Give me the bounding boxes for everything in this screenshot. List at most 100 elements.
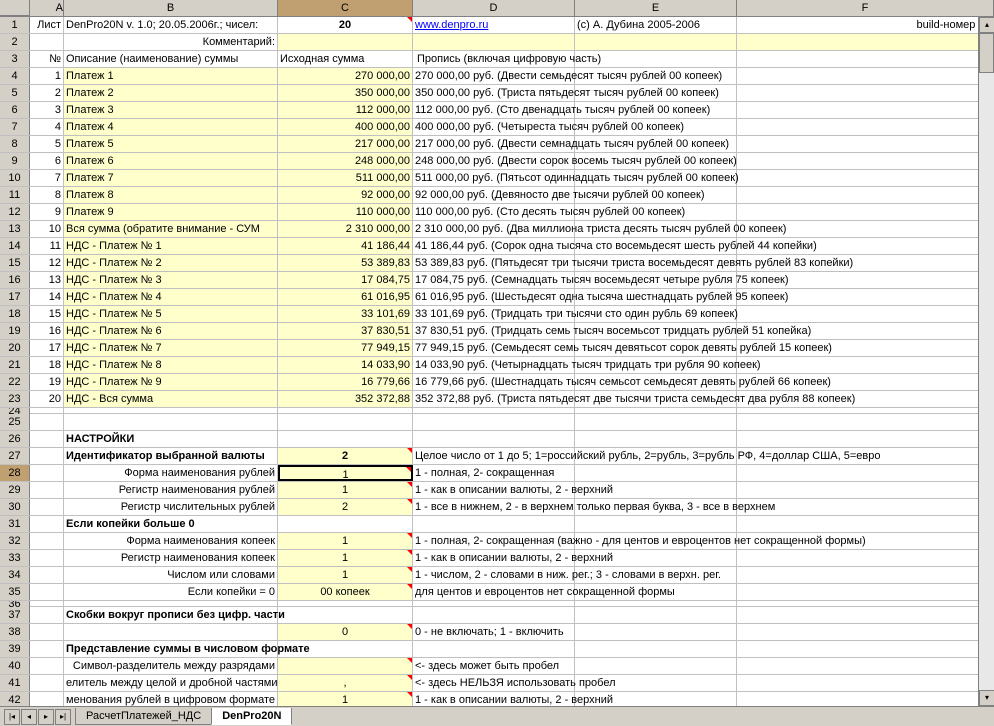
row-header-30[interactable]: 30: [0, 499, 30, 515]
cell-D8[interactable]: 217 000,00 руб. (Двести семнадцать тысяч…: [413, 136, 575, 152]
cell-C31[interactable]: [278, 516, 413, 532]
cell-A2[interactable]: [30, 34, 64, 50]
cell-D5[interactable]: 350 000,00 руб. (Триста пятьдесят тысяч …: [413, 85, 575, 101]
cell-B29[interactable]: Регистр наименования рублей: [64, 482, 278, 498]
cell-B32[interactable]: Форма наименования копеек: [64, 533, 278, 549]
cell-F28[interactable]: [737, 465, 994, 481]
cell-F26[interactable]: [737, 431, 994, 447]
row-header-37[interactable]: 37: [0, 607, 30, 623]
cell-D25[interactable]: [413, 414, 575, 430]
cell-C40[interactable]: [278, 658, 413, 674]
cell-A28[interactable]: [30, 465, 64, 481]
row-header-17[interactable]: 17: [0, 289, 30, 305]
cell-C17[interactable]: 61 016,95: [278, 289, 413, 305]
cell-B21[interactable]: НДС - Платеж № 8: [64, 357, 278, 373]
cell-A35[interactable]: [30, 584, 64, 600]
cell-C12[interactable]: 110 000,00: [278, 204, 413, 220]
cell-C9[interactable]: 248 000,00: [278, 153, 413, 169]
cell-C8[interactable]: 217 000,00: [278, 136, 413, 152]
cell-A41[interactable]: [30, 675, 64, 691]
cell-A22[interactable]: 19: [30, 374, 64, 390]
cell-B40[interactable]: Символ-разделитель между разрядами: [64, 658, 278, 674]
cell-A29[interactable]: [30, 482, 64, 498]
cell-F29[interactable]: [737, 482, 994, 498]
cell-A17[interactable]: 14: [30, 289, 64, 305]
cell-A38[interactable]: [30, 624, 64, 640]
cell-F25[interactable]: [737, 414, 994, 430]
cell-A40[interactable]: [30, 658, 64, 674]
row-header-40[interactable]: 40: [0, 658, 30, 674]
cell-C25[interactable]: [278, 414, 413, 430]
scroll-track[interactable]: [979, 33, 994, 690]
row-header-10[interactable]: 10: [0, 170, 30, 186]
row-header-16[interactable]: 16: [0, 272, 30, 288]
cell-F31[interactable]: [737, 516, 994, 532]
cell-B15[interactable]: НДС - Платеж № 2: [64, 255, 278, 271]
row-header-28[interactable]: 28: [0, 465, 30, 481]
cell-C14[interactable]: 41 186,44: [278, 238, 413, 254]
cell-A27[interactable]: [30, 448, 64, 464]
cell-F2[interactable]: [737, 34, 994, 50]
cell-A26[interactable]: [30, 431, 64, 447]
row-header-26[interactable]: 26: [0, 431, 30, 447]
cell-C10[interactable]: 511 000,00: [278, 170, 413, 186]
cell-B6[interactable]: Платеж 3: [64, 102, 278, 118]
cell-B34[interactable]: Числом или словами: [64, 567, 278, 583]
cell-F40[interactable]: [737, 658, 994, 674]
cell-C27[interactable]: 2: [278, 448, 413, 464]
cell-A21[interactable]: 18: [30, 357, 64, 373]
row-header-1[interactable]: 1: [0, 17, 30, 33]
cell-F21[interactable]: [737, 357, 994, 373]
row-header-3[interactable]: 3: [0, 51, 30, 67]
cell-B25[interactable]: [64, 414, 278, 430]
cell-D4[interactable]: 270 000,00 руб. (Двести семьдесят тысяч …: [413, 68, 575, 84]
cell-B16[interactable]: НДС - Платеж № 3: [64, 272, 278, 288]
cell-C3[interactable]: Исходная сумма: [278, 51, 413, 67]
cell-B26[interactable]: НАСТРОЙКИ: [64, 431, 278, 447]
row-header-8[interactable]: 8: [0, 136, 30, 152]
sheet-tab-РасчетПлатежей_НДС[interactable]: РасчетПлатежей_НДС: [75, 708, 212, 725]
cell-B2[interactable]: Комментарий:: [64, 34, 278, 50]
cell-B27[interactable]: Идентификатор выбранной валюты: [64, 448, 278, 464]
row-header-25[interactable]: 25: [0, 414, 30, 430]
cell-A34[interactable]: [30, 567, 64, 583]
tab-nav-prev[interactable]: ◂: [21, 709, 37, 725]
row-header-29[interactable]: 29: [0, 482, 30, 498]
cell-D15[interactable]: 53 389,83 руб. (Пятьдесят три тысячи три…: [413, 255, 575, 271]
cell-F12[interactable]: [737, 204, 994, 220]
cell-E28[interactable]: [575, 465, 737, 481]
cell-F34[interactable]: [737, 567, 994, 583]
cell-C33[interactable]: 1: [278, 550, 413, 566]
cell-C41[interactable]: ,: [278, 675, 413, 691]
cell-F39[interactable]: [737, 641, 994, 657]
cell-D31[interactable]: [413, 516, 575, 532]
cell-C6[interactable]: 112 000,00: [278, 102, 413, 118]
cell-D41[interactable]: <- здесь НЕЛЬЗЯ использовать пробел: [413, 675, 575, 691]
cell-F7[interactable]: [737, 119, 994, 135]
tab-nav-next[interactable]: ▸: [38, 709, 54, 725]
cell-A14[interactable]: 11: [30, 238, 64, 254]
cell-D12[interactable]: 110 000,00 руб. (Сто десять тысяч рублей…: [413, 204, 575, 220]
vertical-scrollbar[interactable]: ▴ ▾: [978, 17, 994, 706]
cell-D20[interactable]: 77 949,15 руб. (Семьдесят семь тысяч дев…: [413, 340, 575, 356]
cell-B12[interactable]: Платеж 9: [64, 204, 278, 220]
cell-D38[interactable]: 0 - не включать; 1 - включить: [413, 624, 575, 640]
cell-A20[interactable]: 17: [30, 340, 64, 356]
cell-D21[interactable]: 14 033,90 руб. (Четырнадцать тысяч тридц…: [413, 357, 575, 373]
cell-A37[interactable]: [30, 607, 64, 623]
cell-A6[interactable]: 3: [30, 102, 64, 118]
cell-F11[interactable]: [737, 187, 994, 203]
cell-D16[interactable]: 17 084,75 руб. (Семнадцать тысяч восемьд…: [413, 272, 575, 288]
row-header-9[interactable]: 9: [0, 153, 30, 169]
cell-A4[interactable]: 1: [30, 68, 64, 84]
sheet-tab-DenPro20N[interactable]: DenPro20N: [211, 708, 292, 725]
cell-C20[interactable]: 77 949,15: [278, 340, 413, 356]
cell-E26[interactable]: [575, 431, 737, 447]
cell-B22[interactable]: НДС - Платеж № 9: [64, 374, 278, 390]
cell-C11[interactable]: 92 000,00: [278, 187, 413, 203]
row-header-19[interactable]: 19: [0, 323, 30, 339]
row-header-23[interactable]: 23: [0, 391, 30, 407]
cell-A30[interactable]: [30, 499, 64, 515]
cell-B33[interactable]: Регистр наименования копеек: [64, 550, 278, 566]
cell-B17[interactable]: НДС - Платеж № 4: [64, 289, 278, 305]
